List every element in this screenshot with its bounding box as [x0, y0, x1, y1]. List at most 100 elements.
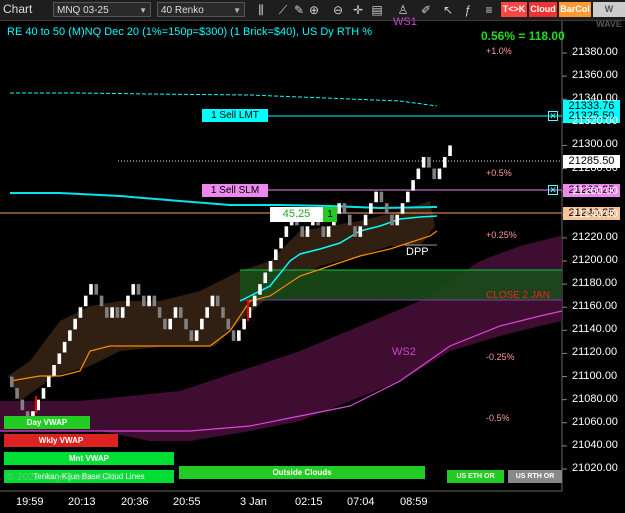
renko-brick-down [20, 399, 25, 411]
renko-brick-up [73, 318, 77, 330]
price-tick-label: 21280.00 [572, 161, 618, 174]
sell-slm-order-button[interactable]: 1 Sell SLM [202, 184, 268, 197]
chevron-down-icon: ▼ [233, 6, 241, 15]
draw-line-icon[interactable]: ⟋ [275, 2, 291, 18]
price-tick-label: 21360.00 [572, 69, 618, 82]
price-tick-label: 21200.00 [572, 254, 618, 266]
ws2-label: WS2 [392, 346, 416, 358]
renko-brick-down [321, 226, 326, 237]
renko-brick-up [68, 330, 72, 341]
renko-brick-down [99, 295, 104, 307]
renko-brick-down [221, 307, 225, 318]
price-tick-label: 21080.00 [572, 392, 618, 405]
renko-brick-up [41, 388, 46, 399]
pct-label: +0.25% [486, 230, 517, 240]
price-tick-label: 21300.00 [572, 138, 618, 151]
pct-label: -0.25% [486, 352, 515, 362]
price-tick-label: 21140.00 [572, 323, 618, 336]
price-tick-label: 21160.00 [572, 300, 618, 313]
mnt-vwap-button[interactable]: Mnt VWAP [4, 452, 174, 465]
price-tick-label: 21380.00 [572, 46, 618, 58]
renko-brick-down [342, 203, 347, 214]
crosshair-icon[interactable]: ✛ [350, 2, 366, 18]
renko-brick-up [52, 365, 56, 376]
wkly-vwap-button[interactable]: Wkly VWAP [4, 434, 118, 447]
price-tick-label: 21020.00 [572, 462, 618, 474]
price-tick-label: 21340.00 [572, 92, 618, 105]
chart-toolbar: Chart MNQ 03-25 ▼ 40 Renko ▼ ⫼ ⟋ ✎ ⊕ ⊖ ✛ ▤… [0, 0, 625, 29]
renko-brick-up [89, 284, 93, 295]
renko-brick-up [395, 214, 400, 226]
pct-label: +0.5% [486, 168, 512, 178]
cancel-order-icon[interactable]: ✕ [548, 185, 558, 195]
cloud-toggle[interactable]: Cloud [529, 2, 557, 17]
renko-brick-up [442, 157, 447, 168]
renko-brick-up [406, 191, 410, 203]
position-pnl-button[interactable]: 45.25 [270, 207, 323, 222]
data-box-icon[interactable]: ▤ [369, 2, 385, 18]
renko-brick-up [168, 318, 172, 330]
renko-brick-down [427, 157, 431, 168]
position-qty-button[interactable]: 1 [323, 207, 337, 222]
renko-brick-up [194, 330, 199, 341]
renko-brick-down [390, 214, 394, 226]
tenkan-kijun-toggle[interactable]: T<>K [501, 2, 527, 17]
renko-brick-down [231, 330, 236, 341]
renko-brick-up [437, 168, 442, 180]
renko-brick-down [189, 330, 194, 341]
time-tick: 07:04 [347, 496, 375, 508]
us-rth-or-button[interactable]: US RTH OR [508, 470, 562, 483]
bar-type-selector[interactable]: 40 Renko ▼ [157, 2, 245, 17]
time-tick: 20:13 [68, 496, 96, 508]
instrument-selector[interactable]: MNQ 03-25 ▼ [53, 2, 151, 17]
close-label: CLOSE 2 JAN [486, 290, 550, 301]
price-tick-label: 21120.00 [572, 346, 618, 359]
time-tick: 20:55 [173, 496, 201, 508]
renko-brick-up [448, 145, 452, 156]
renko-brick-up [62, 341, 67, 353]
cancel-order-icon[interactable]: ✕ [548, 111, 558, 121]
zoom-in-icon[interactable]: ⊕ [306, 2, 322, 18]
renko-brick-up [126, 295, 130, 307]
indicator-icon[interactable]: ƒ [460, 2, 476, 18]
renko-brick-up [411, 180, 415, 191]
sell-lmt-order-button[interactable]: 1 Sell LMT [202, 109, 268, 122]
dpp-label: DPP [406, 246, 429, 258]
renko-brick-up [326, 226, 331, 237]
renko-brick-up [78, 307, 83, 318]
price-tick-label: 21260.00 [572, 184, 618, 197]
renko-brick-up [242, 318, 246, 330]
renko-brick-down [353, 226, 357, 237]
renko-brick-up [147, 295, 151, 307]
drawing-tools-icon[interactable]: ✐ [418, 2, 434, 18]
renko-brick-down [384, 203, 389, 214]
renko-brick-down [215, 295, 220, 307]
pencil-icon[interactable]: ✎ [291, 2, 307, 18]
outside-clouds-button[interactable]: Outside Clouds [179, 466, 425, 479]
renko-brick-up [57, 353, 62, 364]
pnl-percent: 0.56% = 118.00 [481, 29, 565, 43]
renko-brick-up [258, 284, 262, 295]
price-tick-label: 21220.00 [572, 230, 618, 243]
time-tick: 20:36 [121, 496, 149, 508]
pct-label: +1.0% [486, 46, 512, 56]
renko-brick-up [279, 237, 283, 249]
renko-brick-down [136, 284, 141, 295]
menu-icon[interactable]: ≡ [481, 2, 497, 18]
zoom-out-icon[interactable]: ⊖ [330, 2, 346, 18]
day-vwap-button[interactable]: Day VWAP [4, 416, 90, 429]
us-eth-or-button[interactable]: US ETH OR [447, 470, 504, 483]
bar-style-icon[interactable]: ⫼ [253, 2, 269, 18]
renko-brick-up [131, 284, 136, 295]
wave-toggle[interactable]: W WAVE [593, 2, 625, 29]
cursor-icon[interactable]: ↖ [440, 2, 456, 18]
renko-brick-up [46, 376, 51, 388]
renko-brick-down [379, 191, 384, 203]
price-tick-label: 21060.00 [572, 415, 618, 428]
pct-label: -0.5% [486, 413, 510, 423]
renko-brick-up [421, 157, 426, 168]
renko-brick-down [163, 318, 167, 330]
barcol-toggle[interactable]: BarCol [559, 2, 591, 17]
renko-brick-up [120, 307, 125, 318]
renko-brick-down [226, 318, 231, 330]
